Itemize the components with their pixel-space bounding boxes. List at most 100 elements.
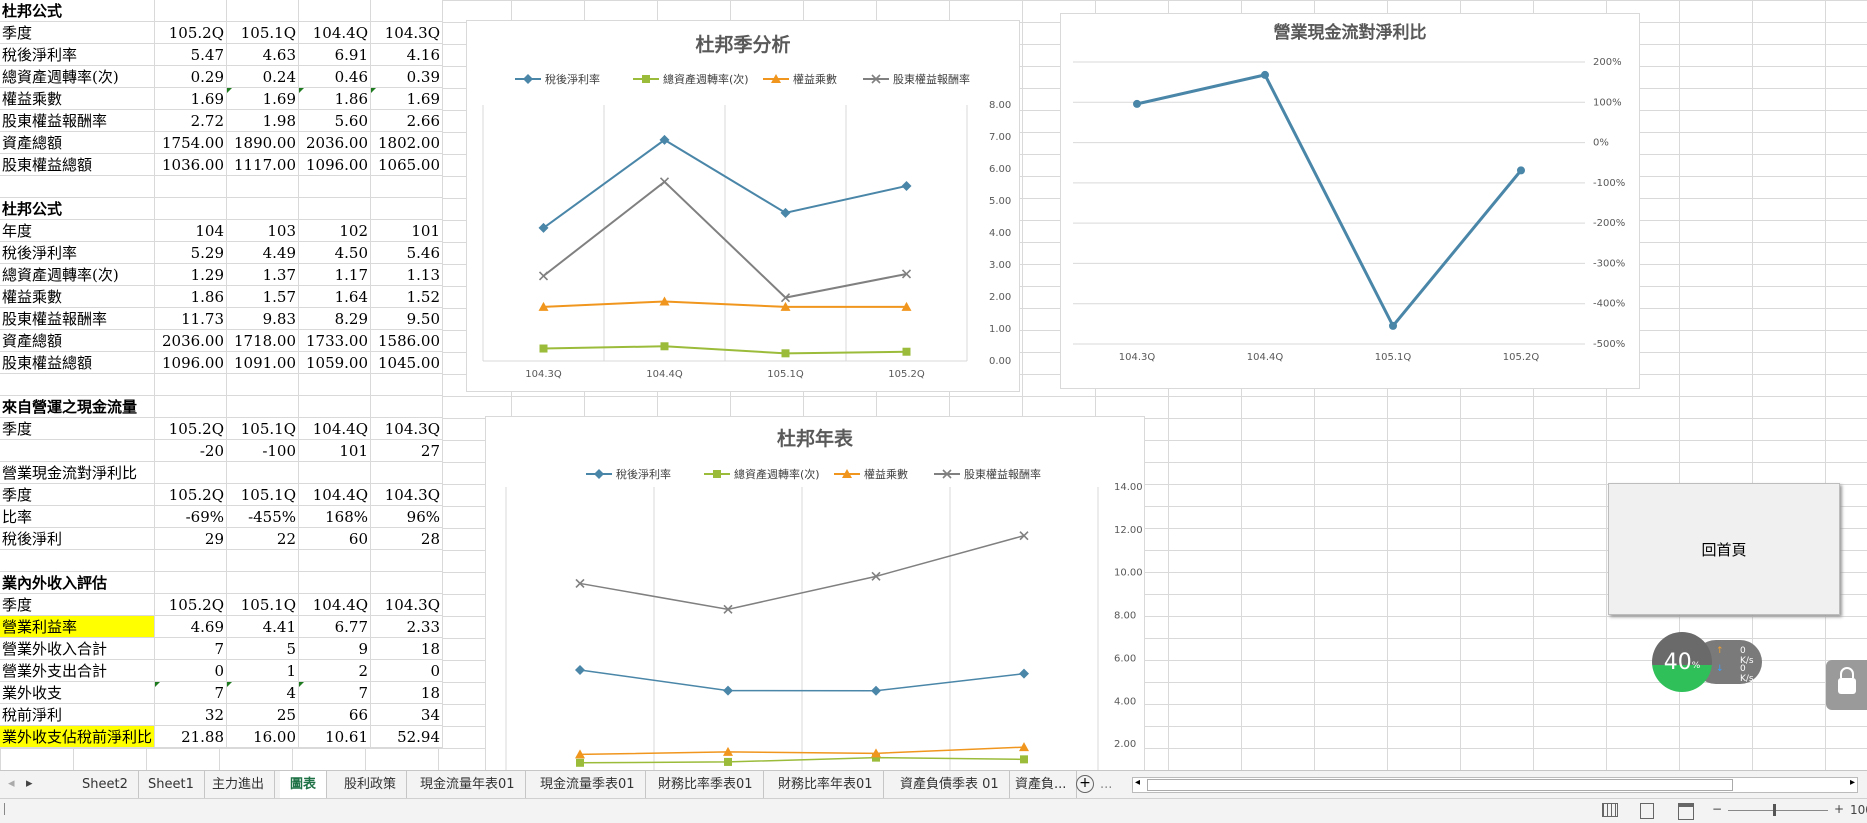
more-sheets-icon[interactable]: ... [1100, 777, 1112, 792]
value-cell[interactable]: 1.29 [154, 263, 228, 286]
value-cell[interactable] [226, 395, 300, 418]
value-cell[interactable]: 6.77 [298, 615, 372, 638]
value-cell[interactable] [298, 175, 372, 198]
value-cell[interactable]: 27 [370, 439, 444, 462]
row-label-cell[interactable]: 營業利益率 [0, 615, 156, 638]
value-cell[interactable]: 9 [298, 637, 372, 660]
row-label-cell[interactable]: 業外收支 [0, 681, 156, 704]
value-cell[interactable]: 60 [298, 527, 372, 550]
value-cell[interactable] [298, 0, 372, 22]
value-cell[interactable]: 104.4Q [298, 21, 372, 44]
sheet-tab[interactable]: 股利政策 [334, 771, 408, 798]
value-cell[interactable]: 9.50 [370, 307, 444, 330]
row-label-cell[interactable]: 季度 [0, 593, 156, 616]
value-cell[interactable]: 1802.00 [370, 131, 444, 154]
chart-dupont-quarterly[interactable]: 杜邦季分析 0.00 1.00 2.00 3.00 4.00 5.00 6.00 7.00 8.0… [466, 20, 1020, 392]
value-cell[interactable] [226, 197, 300, 220]
value-cell[interactable]: 96% [370, 505, 444, 528]
zoom-slider-thumb[interactable] [1773, 804, 1776, 816]
value-cell[interactable]: 2.33 [370, 615, 444, 638]
value-cell[interactable]: 105.1Q [226, 21, 300, 44]
value-cell[interactable]: -455% [226, 505, 300, 528]
value-cell[interactable]: 1.13 [370, 263, 444, 286]
row-label-cell[interactable]: 來自營運之現金流量 [0, 395, 156, 418]
value-cell[interactable]: 1.37 [226, 263, 300, 286]
value-cell[interactable]: 0.29 [154, 65, 228, 88]
value-cell[interactable] [154, 395, 228, 418]
home-button[interactable]: 回首頁 [1608, 483, 1840, 615]
value-cell[interactable]: 16.00 [226, 725, 300, 748]
value-cell[interactable]: 1586.00 [370, 329, 444, 352]
value-cell[interactable]: 2.72 [154, 109, 228, 132]
value-cell[interactable]: 104.3Q [370, 483, 444, 506]
value-cell[interactable]: 1.64 [298, 285, 372, 308]
value-cell[interactable]: 1.52 [370, 285, 444, 308]
row-label-cell[interactable]: 總資產週轉率(次) [0, 65, 156, 88]
value-cell[interactable]: 22 [226, 527, 300, 550]
value-cell[interactable]: 1096.00 [298, 153, 372, 176]
sheet-tab[interactable]: 財務比率季表01 [648, 771, 764, 798]
value-cell[interactable] [226, 0, 300, 22]
value-cell[interactable]: 0 [370, 659, 444, 682]
value-cell[interactable]: 1.69 [370, 87, 444, 110]
value-cell[interactable]: 101 [298, 439, 372, 462]
value-cell[interactable]: 28 [370, 527, 444, 550]
value-cell[interactable]: 1096.00 [154, 351, 228, 374]
row-label-cell[interactable] [0, 439, 156, 462]
value-cell[interactable] [154, 373, 228, 396]
value-cell[interactable]: 104.4Q [298, 417, 372, 440]
page-layout-view-icon[interactable] [1640, 803, 1654, 819]
sheet-tab[interactable]: Sheet2 [72, 771, 139, 798]
value-cell[interactable] [370, 571, 444, 594]
value-cell[interactable]: 25 [226, 703, 300, 726]
value-cell[interactable]: 1.17 [298, 263, 372, 286]
row-label-cell[interactable]: 杜邦公式 [0, 0, 156, 22]
value-cell[interactable]: 52.94 [370, 725, 444, 748]
row-label-cell[interactable]: 股東權益總額 [0, 351, 156, 374]
value-cell[interactable]: 5.29 [154, 241, 228, 264]
value-cell[interactable]: 21.88 [154, 725, 228, 748]
tab-nav-next-icon[interactable]: ▸ [26, 776, 33, 791]
value-cell[interactable]: 105.1Q [226, 483, 300, 506]
zoom-slider[interactable] [1728, 810, 1828, 811]
data-table[interactable]: 杜邦公式 季度 105.2Q 105.1Q 104.4Q 104.3Q 稅後淨利率 5.47 4… [0, 0, 444, 748]
row-label-cell[interactable]: 季度 [0, 483, 156, 506]
zoom-out-button[interactable]: − [1712, 802, 1722, 816]
value-cell[interactable]: 0 [154, 659, 228, 682]
value-cell[interactable]: 7 [154, 637, 228, 660]
row-label-cell[interactable]: 業外收支佔稅前淨利比 [0, 725, 156, 748]
row-label-cell[interactable]: 權益乘數 [0, 87, 156, 110]
value-cell[interactable]: 1890.00 [226, 131, 300, 154]
value-cell[interactable]: 1733.00 [298, 329, 372, 352]
value-cell[interactable]: 2036.00 [154, 329, 228, 352]
sheet-tab[interactable]: 資產負債季表 01 [890, 771, 1010, 798]
value-cell[interactable] [298, 395, 372, 418]
value-cell[interactable]: 0.46 [298, 65, 372, 88]
row-label-cell[interactable] [0, 549, 156, 572]
value-cell[interactable]: 1.69 [226, 87, 300, 110]
row-label-cell[interactable]: 資產總額 [0, 131, 156, 154]
value-cell[interactable]: 102 [298, 219, 372, 242]
value-cell[interactable]: 104.3Q [370, 417, 444, 440]
scrollbar-thumb[interactable] [1147, 779, 1733, 791]
row-label-cell[interactable] [0, 373, 156, 396]
value-cell[interactable]: 168% [298, 505, 372, 528]
value-cell[interactable]: 5.46 [370, 241, 444, 264]
value-cell[interactable]: 1065.00 [370, 153, 444, 176]
value-cell[interactable]: 4 [226, 681, 300, 704]
row-label-cell[interactable]: 股東權益報酬率 [0, 307, 156, 330]
value-cell[interactable]: 2 [298, 659, 372, 682]
value-cell[interactable]: 7 [298, 681, 372, 704]
value-cell[interactable]: 9.83 [226, 307, 300, 330]
sheet-tab[interactable]: 財務比率年表01 [768, 771, 884, 798]
value-cell[interactable] [370, 175, 444, 198]
value-cell[interactable]: 105.2Q [154, 483, 228, 506]
value-cell[interactable] [298, 571, 372, 594]
value-cell[interactable]: 4.16 [370, 43, 444, 66]
value-cell[interactable] [370, 373, 444, 396]
value-cell[interactable]: 5.47 [154, 43, 228, 66]
row-label-cell[interactable]: 季度 [0, 417, 156, 440]
sheet-tab[interactable]: 主力進出 [202, 771, 276, 798]
row-label-cell[interactable]: 營業現金流對淨利比 [0, 461, 156, 484]
value-cell[interactable]: 1.98 [226, 109, 300, 132]
